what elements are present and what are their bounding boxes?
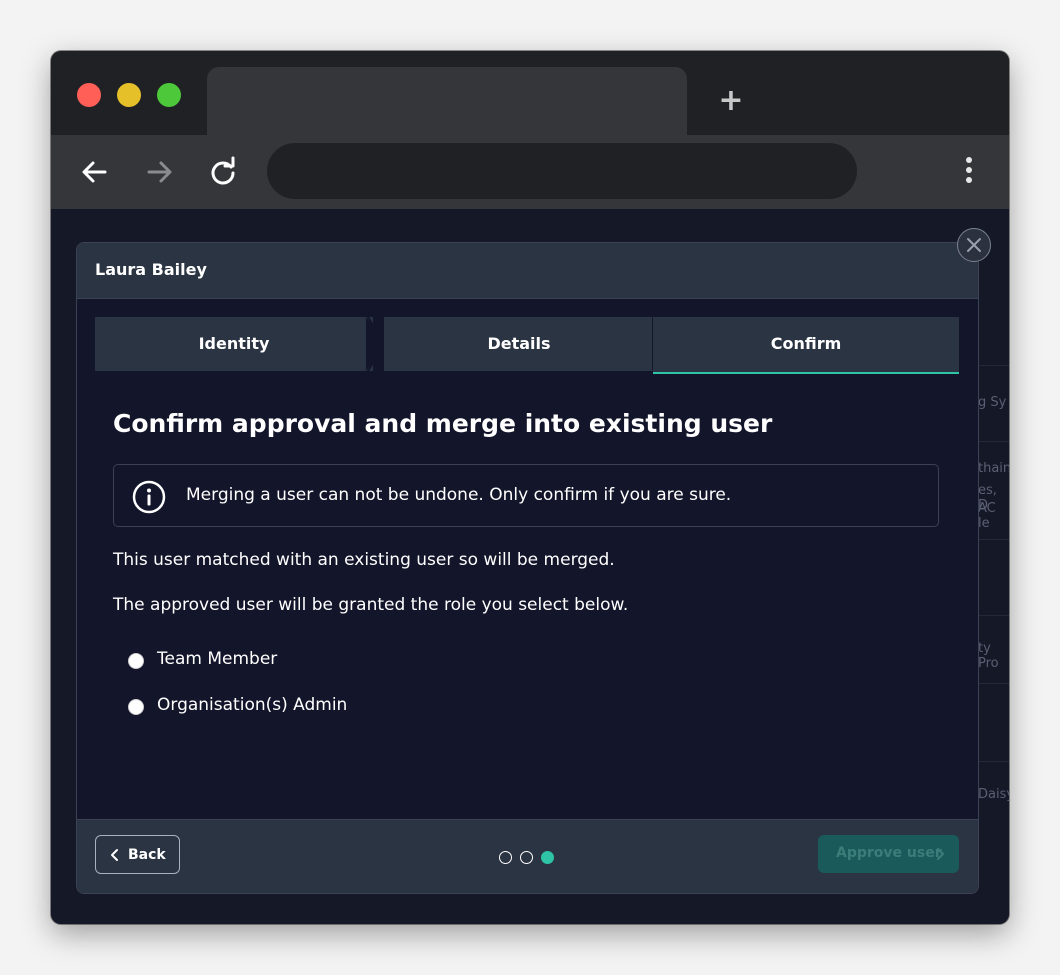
address-bar[interactable]: [267, 143, 857, 199]
back-button[interactable]: Back: [95, 835, 180, 874]
back-arrow-icon[interactable]: [78, 155, 112, 189]
chevron-right-icon: [937, 848, 944, 860]
approve-user-modal: Laura Bailey Identity Details Confirm Co…: [76, 242, 979, 894]
step-confirm[interactable]: Confirm: [653, 317, 959, 374]
background-text: AC le: [978, 501, 996, 531]
browser-toolbar: [51, 135, 1009, 209]
new-tab-button[interactable]: +: [715, 85, 747, 117]
radio-button[interactable]: [128, 699, 144, 715]
role-instruction-text: The approved user will be granted the ro…: [113, 595, 629, 615]
merge-notice-text: This user matched with an existing user …: [113, 550, 615, 570]
radio-label[interactable]: Team Member: [157, 649, 277, 669]
modal-footer: Back Approve user: [77, 819, 978, 893]
more-vertical-icon[interactable]: [959, 155, 979, 189]
chevron-left-icon: [111, 849, 118, 861]
page-heading: Confirm approval and merge into existing…: [113, 409, 773, 438]
approve-button-label: Approve user: [836, 845, 942, 861]
forward-arrow-icon[interactable]: [142, 155, 176, 189]
browser-tab[interactable]: [207, 67, 687, 135]
browser-window: + g Sy thain es, D AC le ty Pro Dais Lau…: [51, 51, 1009, 924]
maximize-window-button[interactable]: [157, 83, 181, 107]
close-modal-button[interactable]: [957, 228, 991, 262]
background-text: g Sy: [978, 395, 1007, 410]
info-icon: [132, 480, 166, 514]
radio-button[interactable]: [128, 653, 144, 669]
background-text: thain: [978, 461, 1009, 476]
modal-title: Laura Bailey: [95, 260, 207, 279]
title-bar: +: [51, 51, 1009, 135]
pager-dot: [520, 851, 533, 864]
warning-alert: Merging a user can not be undone. Only c…: [113, 464, 939, 527]
stepper: Identity Details Confirm: [95, 317, 959, 374]
step-separator-icon: [366, 317, 386, 371]
approve-user-button[interactable]: Approve user: [818, 835, 959, 873]
pager-dot-active: [541, 851, 554, 864]
step-identity[interactable]: Identity: [95, 317, 373, 371]
close-window-button[interactable]: [77, 83, 101, 107]
alert-text: Merging a user can not be undone. Only c…: [186, 485, 732, 505]
step-details[interactable]: Details: [384, 317, 654, 371]
pager-dot: [499, 851, 512, 864]
page-viewport: g Sy thain es, D AC le ty Pro Daisy Laur…: [51, 209, 1009, 924]
background-text: ty Pro: [978, 641, 999, 671]
modal-header: Laura Bailey: [77, 243, 978, 299]
minimize-window-button[interactable]: [117, 83, 141, 107]
back-button-label: Back: [128, 847, 166, 863]
close-icon: [967, 238, 981, 252]
background-text: Daisy: [978, 787, 1009, 802]
radio-label[interactable]: Organisation(s) Admin: [157, 695, 347, 715]
reload-icon[interactable]: [206, 155, 240, 189]
